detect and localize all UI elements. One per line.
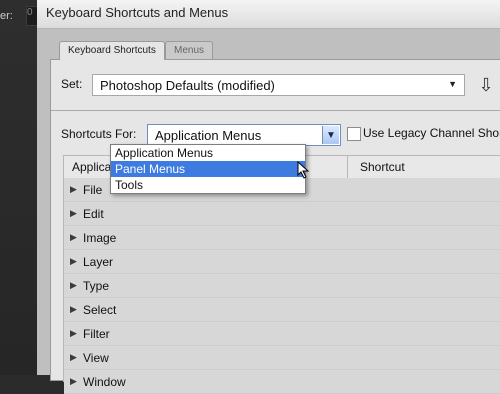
expand-triangle-icon[interactable]: ▶ xyxy=(70,280,83,291)
table-row[interactable]: ▶ View xyxy=(64,346,500,370)
tab-menus[interactable]: Menus xyxy=(165,41,214,60)
row-label: Select xyxy=(83,302,117,317)
titlebar: Keyboard Shortcuts and Menus xyxy=(37,0,500,29)
shortcuts-for-select[interactable]: Application Menus ▼ xyxy=(147,124,341,146)
tab-keyboard-shortcuts[interactable]: Keyboard Shortcuts xyxy=(59,41,165,60)
shortcuts-for-dropdown: Application Menus Panel Menus Tools xyxy=(110,144,306,194)
table-row[interactable]: ▶ Layer xyxy=(64,250,500,274)
left-app-label: er: xyxy=(0,10,13,22)
legacy-channel-checkbox[interactable] xyxy=(347,127,361,141)
row-label: Image xyxy=(83,230,117,245)
expand-triangle-icon[interactable]: ▶ xyxy=(70,208,83,219)
row-label: Filter xyxy=(83,326,110,341)
separator xyxy=(51,110,500,111)
table-row[interactable]: ▶ Image xyxy=(64,226,500,250)
dropdown-option[interactable]: Application Menus xyxy=(111,145,305,161)
dropdown-option[interactable]: Tools xyxy=(111,177,305,193)
table-row[interactable]: ▶ Filter xyxy=(64,322,500,346)
left-app-panel: er: 0 xyxy=(0,0,40,375)
row-label: Window xyxy=(83,374,126,389)
table-row[interactable]: ▶ Type xyxy=(64,274,500,298)
table-row[interactable]: ▶ Window xyxy=(64,370,500,394)
chevron-down-icon: ▼ xyxy=(448,79,457,89)
shortcuts-for-value: Application Menus xyxy=(155,128,262,143)
save-set-icon[interactable]: ⇩ xyxy=(475,74,497,96)
dropdown-arrow-icon[interactable]: ▼ xyxy=(322,126,339,144)
shortcuts-for-label: Shortcuts For: xyxy=(61,127,137,141)
expand-triangle-icon[interactable]: ▶ xyxy=(70,304,83,315)
table-rows: ▶ File ▶ Edit ▶ Image ▶ Layer ▶ Type ▶ Select ▶ Filte… xyxy=(64,178,500,394)
row-label: Type xyxy=(83,278,110,293)
dropdown-option-highlighted[interactable]: Panel Menus xyxy=(111,161,305,177)
legacy-channel-label: Use Legacy Channel Shor xyxy=(363,126,500,140)
row-label: Layer xyxy=(83,254,114,269)
expand-triangle-icon[interactable]: ▶ xyxy=(70,256,83,267)
expand-triangle-icon[interactable]: ▶ xyxy=(70,376,83,387)
set-label: Set: xyxy=(61,77,83,91)
column-divider xyxy=(347,156,348,178)
expand-triangle-icon[interactable]: ▶ xyxy=(70,184,83,195)
tabs-strip: Keyboard Shortcuts Menus xyxy=(51,41,500,60)
table-row[interactable]: ▶ Select xyxy=(64,298,500,322)
tab-panel: Set: Photoshop Defaults (modified) ▼ ⇩ S… xyxy=(50,59,500,394)
expand-triangle-icon[interactable]: ▶ xyxy=(70,328,83,339)
set-select[interactable]: Photoshop Defaults (modified) ▼ xyxy=(92,74,465,96)
expand-triangle-icon[interactable]: ▶ xyxy=(70,352,83,363)
mouse-cursor-icon xyxy=(297,161,310,179)
row-label: View xyxy=(83,350,109,365)
dialog-title: Keyboard Shortcuts and Menus xyxy=(46,5,229,20)
table-row[interactable]: ▶ Edit xyxy=(64,202,500,226)
column-header-shortcut[interactable]: Shortcut xyxy=(360,160,405,174)
row-label: Edit xyxy=(83,206,104,221)
set-value: Photoshop Defaults (modified) xyxy=(100,78,275,93)
expand-triangle-icon[interactable]: ▶ xyxy=(70,232,83,243)
row-label: File xyxy=(83,182,103,197)
